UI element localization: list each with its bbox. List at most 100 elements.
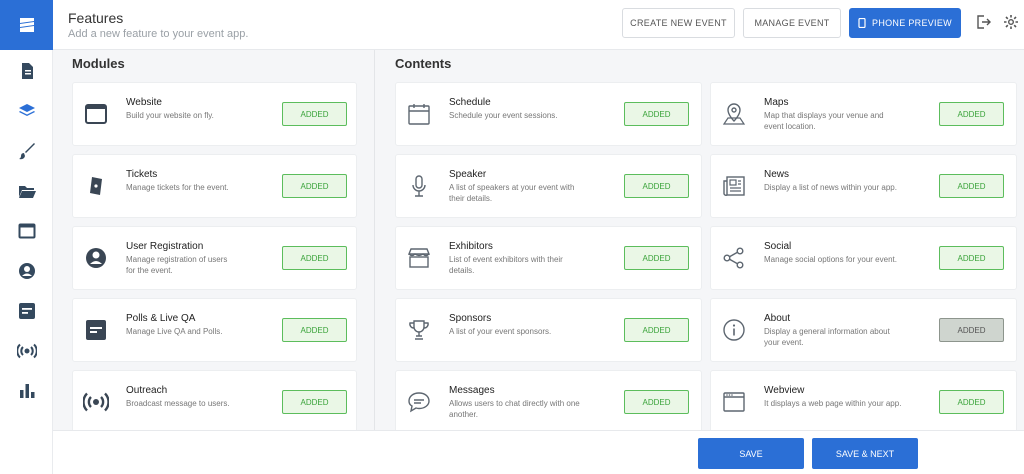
brush-icon xyxy=(18,143,35,160)
feature-card-news: News Display a list of news within your … xyxy=(710,154,1017,218)
phone-preview-label: PHONE PREVIEW xyxy=(872,18,952,28)
feature-title: Polls & Live QA xyxy=(126,313,196,324)
feature-title: Webview xyxy=(764,385,805,396)
sidebar-item-window[interactable] xyxy=(0,216,53,246)
share-icon xyxy=(721,245,747,271)
added-button[interactable]: ADDED xyxy=(282,102,347,126)
feature-card-website: Website Build your website on fly. ADDED xyxy=(72,82,357,146)
feature-description: Manage Live QA and Polls. xyxy=(126,327,223,336)
app-logo[interactable] xyxy=(0,0,53,50)
page-subtitle: Add a new feature to your event app. xyxy=(68,28,249,40)
phone-preview-button[interactable]: PHONE PREVIEW xyxy=(849,8,961,38)
feature-description: Broadcast message to users. xyxy=(126,399,230,408)
feature-description: Display a general information about your… xyxy=(764,327,890,347)
feature-description: List of event exhibitors with their deta… xyxy=(449,255,563,275)
feature-card-social: Social Manage social options for your ev… xyxy=(710,226,1017,290)
feature-description: A list of your event sponsors. xyxy=(449,327,552,336)
added-button[interactable]: ADDED xyxy=(282,318,347,342)
added-button[interactable]: ADDED xyxy=(624,102,689,126)
sidebar-item-design[interactable] xyxy=(0,136,53,166)
create-new-event-button[interactable]: CREATE NEW EVENT xyxy=(622,8,735,38)
modules-title: Modules xyxy=(72,56,125,71)
sidebar-item-polls[interactable] xyxy=(0,296,53,326)
microphone-icon xyxy=(406,173,432,199)
added-button[interactable]: ADDED xyxy=(624,318,689,342)
feature-description: Allows users to chat directly with one a… xyxy=(449,399,580,419)
feature-card-messages: Messages Allows users to chat directly w… xyxy=(395,370,702,434)
message-square-icon xyxy=(83,317,109,343)
feature-description: Manage tickets for the event. xyxy=(126,183,229,192)
feature-title: Sponsors xyxy=(449,313,492,324)
feature-description: Schedule your event sessions. xyxy=(449,111,558,120)
browser-window-icon xyxy=(83,101,109,127)
feature-title: Speaker xyxy=(449,169,487,180)
feature-card-webview: Webview It displays a web page within yo… xyxy=(710,370,1017,434)
ticket-icon xyxy=(83,173,109,199)
feature-card-speaker: Speaker A list of speakers at your event… xyxy=(395,154,702,218)
feature-card-tickets: Tickets Manage tickets for the event. AD… xyxy=(72,154,357,218)
feature-title: User Registration xyxy=(126,241,204,252)
map-pin-icon xyxy=(721,101,747,127)
bar-chart-icon xyxy=(19,384,34,398)
broadcast-icon xyxy=(16,343,37,359)
added-button[interactable]: ADDED xyxy=(939,102,1004,126)
added-button[interactable]: ADDED xyxy=(624,174,689,198)
feature-card-exhibitors: Exhibitors List of event exhibitors with… xyxy=(395,226,702,290)
browser-window-icon xyxy=(721,389,747,415)
feature-title: Social xyxy=(764,241,792,252)
sidebar-item-features[interactable] xyxy=(0,96,53,126)
sidebar-item-analytics[interactable] xyxy=(0,376,53,406)
added-button[interactable]: ADDED xyxy=(939,174,1004,198)
contents-title: Contents xyxy=(395,56,452,71)
sidebar xyxy=(0,0,53,474)
folder-open-icon xyxy=(18,186,36,198)
user-circle-icon xyxy=(18,263,35,279)
manage-event-button[interactable]: MANAGE EVENT xyxy=(743,8,841,38)
feature-title: Maps xyxy=(764,97,789,108)
feature-description: Build your website on fly. xyxy=(126,111,214,120)
document-icon xyxy=(21,63,33,79)
feature-card-maps: Maps Map that displays your venue and ev… xyxy=(710,82,1017,146)
feature-card-outreach: Outreach Broadcast message to users. ADD… xyxy=(72,370,357,434)
feature-description: Manage social options for your event. xyxy=(764,255,897,264)
added-button[interactable]: ADDED xyxy=(939,390,1004,414)
logout-icon[interactable] xyxy=(975,14,991,30)
feature-title: Tickets xyxy=(126,169,158,180)
sidebar-item-broadcast[interactable] xyxy=(0,336,53,366)
page-title: Features xyxy=(68,10,124,26)
save-and-next-button[interactable]: SAVE & NEXT xyxy=(812,438,918,469)
feature-card-schedule: Schedule Schedule your event sessions. A… xyxy=(395,82,702,146)
sidebar-item-pages[interactable] xyxy=(0,56,53,86)
feature-title: Outreach xyxy=(126,385,168,396)
added-button[interactable]: ADDED xyxy=(282,174,347,198)
sidebar-item-files[interactable] xyxy=(0,176,53,206)
user-circle-icon xyxy=(83,245,109,271)
feature-description: A list of speakers at your event with th… xyxy=(449,183,575,203)
section-divider xyxy=(374,50,375,430)
settings-gear-icon[interactable] xyxy=(1003,14,1019,30)
message-square-icon xyxy=(18,303,35,319)
sidebar-item-users[interactable] xyxy=(0,256,53,286)
save-button[interactable]: SAVE xyxy=(698,438,804,469)
feature-title: Messages xyxy=(449,385,495,396)
phone-icon xyxy=(858,18,866,28)
added-button[interactable]: ADDED xyxy=(939,318,1004,342)
info-icon xyxy=(721,317,747,343)
feature-description: It displays a web page within your app. xyxy=(764,399,902,408)
added-button[interactable]: ADDED xyxy=(282,246,347,270)
logo-icon xyxy=(19,18,34,32)
feature-title: News xyxy=(764,169,790,180)
added-button[interactable]: ADDED xyxy=(282,390,347,414)
window-icon xyxy=(18,223,35,239)
feature-description: Display a list of news within your app. xyxy=(764,183,897,192)
added-button[interactable]: ADDED xyxy=(939,246,1004,270)
layers-icon xyxy=(18,104,35,116)
feature-title: Schedule xyxy=(449,97,491,108)
feature-card-polls: Polls & Live QA Manage Live QA and Polls… xyxy=(72,298,357,362)
added-button[interactable]: ADDED xyxy=(624,246,689,270)
newspaper-icon xyxy=(721,173,747,199)
feature-card-user-registration: User Registration Manage registration of… xyxy=(72,226,357,290)
broadcast-icon xyxy=(82,389,110,415)
added-button[interactable]: ADDED xyxy=(624,390,689,414)
feature-title: About xyxy=(764,313,791,324)
